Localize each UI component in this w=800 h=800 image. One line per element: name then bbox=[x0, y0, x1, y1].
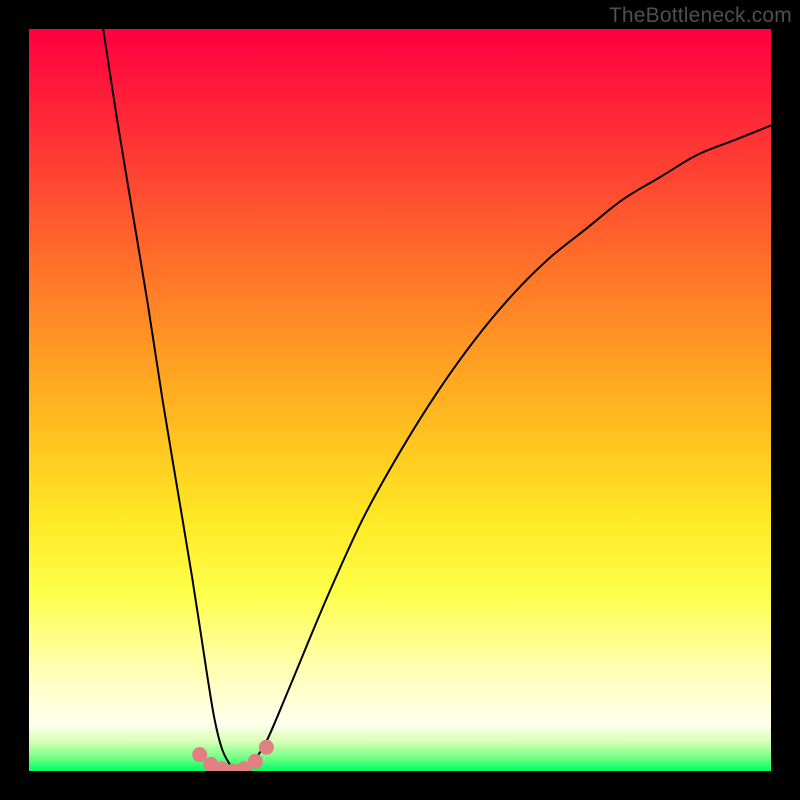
plot-area bbox=[29, 29, 771, 771]
floor-dot bbox=[248, 754, 263, 769]
watermark-text: TheBottleneck.com bbox=[609, 4, 792, 28]
bottleneck-curve bbox=[103, 29, 771, 771]
floor-dots-group bbox=[192, 740, 274, 771]
chart-frame: TheBottleneck.com bbox=[0, 0, 800, 800]
floor-dot bbox=[259, 740, 274, 755]
curve-svg bbox=[29, 29, 771, 771]
